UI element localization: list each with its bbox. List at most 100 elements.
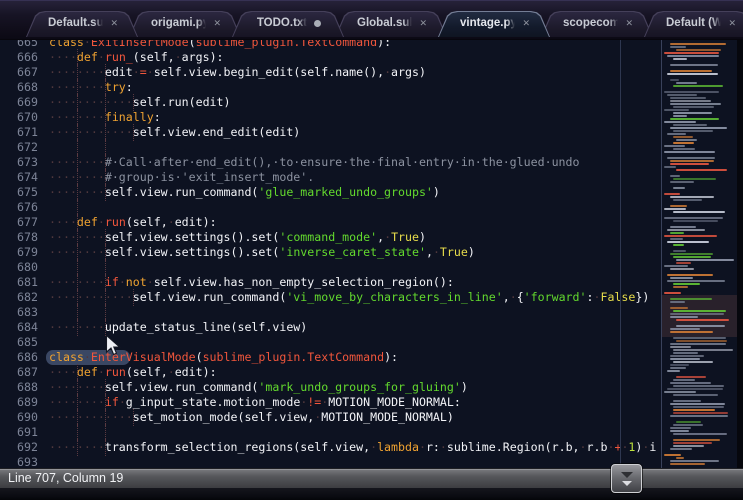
line-number: 668 [0,80,38,95]
tab-close-icon[interactable]: ✕ [728,19,736,28]
tab-label: Global.sublime [357,17,412,29]
code-text: ········self.view.settings().set('invers… [49,245,475,260]
code-line-685: 685 [0,335,661,350]
minimap-code-line [676,262,691,264]
line-number: 676 [0,200,38,215]
scroll-down-stepper-icon[interactable] [622,481,632,486]
line-number: 684 [0,320,38,335]
tab-close-icon[interactable]: ✕ [522,19,530,28]
code-line-689: 689 ········if·g_input_state.motion_mode·… [0,395,661,410]
code-line-666: 666····def·run_(self,·args): [0,50,661,65]
minimap-code-line [664,151,715,153]
code-text: ········self.view.run_command('glue_mark… [49,185,440,200]
minimap-code-line [670,313,724,315]
minimap-code-line [670,160,714,162]
code-text: ············self.run(edit) [49,95,231,110]
minimap-code-line [670,364,689,366]
minimap-code-line [664,52,719,54]
code-line-693: 693 [0,455,661,469]
scroll-up-stepper-icon[interactable] [621,472,633,478]
code-text: ············self.view.run_command('vi_mo… [49,290,649,305]
line-number: 689 [0,395,38,410]
minimap-code-line [673,136,693,138]
line-number: 692 [0,440,38,455]
code-text: ········if·g_input_state.motion_mode·!=·… [49,395,461,410]
minimap-code-line [670,118,719,120]
code-line-679: 679········self.view.settings().set('inv… [0,245,661,260]
minimap-code-line [664,391,696,393]
line-number: 677 [0,215,38,230]
code-text: ····def·run_(self,·args): [49,50,224,65]
minimap-code-line [676,340,727,342]
minimap-code-line [670,268,694,270]
minimap-code-line [673,412,728,414]
tab-global-sublime[interactable]: Global.sublime ✕ [335,11,447,37]
mouse-cursor-icon [105,335,121,357]
code-line-680: 680 [0,260,661,275]
minimap-code-line [670,79,679,81]
minimap-code-line [670,181,694,183]
line-number: 667 [0,65,38,80]
minimap-code-line [676,421,701,423]
minimap-code-line [670,205,687,207]
minimap-code-line [673,445,704,447]
code-editor[interactable]: 665class·ExitInsertMode(sublime_plugin.T… [0,40,661,468]
code-text: ········transform_selection_regions(self… [49,440,656,455]
code-line-682: 682············self.view.run_command('vi… [0,290,661,305]
code-line-686: 686class·EnterVisualMode(sublime_plugin.… [0,350,661,365]
minimap-code-line [664,208,686,210]
tab-close-icon[interactable]: ✕ [419,19,427,28]
minimap-code-line [670,196,714,198]
tab-scopecommand[interactable]: scopecommand✕ [541,11,653,37]
code-text: ········self.view.run_command('mark_undo… [49,380,468,395]
minimap-code-line [667,274,713,276]
tab-close-icon[interactable]: ✕ [110,19,118,28]
minimap-code-line [676,457,684,459]
line-number: 671 [0,125,38,140]
tab-vintage-py[interactable]: vintage.py✕ [438,11,550,37]
minimap-code-line [670,127,727,129]
minimap-code-line [676,376,706,378]
minimap-code-line [670,43,726,45]
minimap-code-line [670,64,718,66]
tab-bar: Default.sublime✕origami.py✕TODO.txtGloba… [0,0,743,40]
tab-todo-txt[interactable]: TODO.txt [232,11,344,37]
minimap-code-line [670,427,691,429]
code-line-690: 690············set_motion_mode(self.view… [0,410,661,425]
tab-default-windo[interactable]: Default (Windo✕ [644,11,743,37]
column-ruler [620,40,621,468]
minimap-code-line [676,82,697,84]
line-number: 673 [0,155,38,170]
code-line-688: 688 ········self.view.run_command('mark_u… [0,380,661,395]
minimap-code-line [670,328,700,330]
minimap-code-line [670,316,698,318]
minimap-code-line [664,217,723,219]
minimap-code-line [670,238,683,240]
minimap-code-line [670,97,706,99]
line-number: 688 [0,380,38,395]
code-line-668: 668········try: [0,80,661,95]
scrollbar-stepper-buttons[interactable] [611,464,642,493]
minimap-code-line [664,121,696,123]
minimap-code-line [670,253,713,255]
minimap-code-line [670,301,685,303]
minimap[interactable] [662,40,737,468]
minimap-code-line [670,382,711,384]
minimap-code-line [667,370,680,372]
tab-default-sublime[interactable]: Default.sublime✕ [26,11,138,37]
minimap-code-line [673,433,727,435]
minimap-code-line [664,166,676,168]
minimap-code-line [673,115,687,117]
code-line-667: 667········edit·=·self.view.begin_edit(s… [0,65,661,80]
line-number: 681 [0,275,38,290]
minimap-code-line [670,163,709,165]
line-number: 687 [0,365,38,380]
minimap-code-line [664,454,681,456]
minimap-code-line [673,286,688,288]
tab-label: origami.py [151,17,206,29]
tab-origami-py[interactable]: origami.py ✕ [129,11,241,37]
minimap-code-line [673,250,686,252]
minimap-code-line [664,91,719,93]
tab-close-icon[interactable]: ✕ [213,19,221,28]
tab-close-icon[interactable]: ✕ [625,19,633,28]
